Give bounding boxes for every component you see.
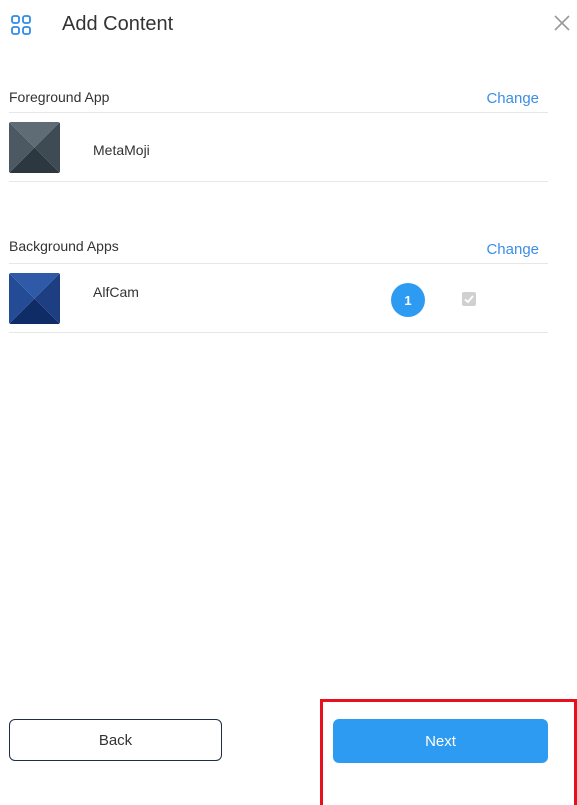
dialog-title: Add Content (62, 13, 174, 35)
divider (9, 263, 548, 264)
app-checkbox[interactable] (462, 292, 476, 306)
divider (9, 112, 548, 113)
next-button[interactable]: Next (333, 719, 548, 763)
app-thumbnail-icon (9, 122, 60, 173)
background-change-link[interactable]: Change (486, 241, 539, 258)
back-button[interactable]: Back (9, 719, 222, 761)
divider (9, 181, 548, 182)
divider (9, 332, 548, 333)
app-name: AlfCam (93, 284, 139, 300)
app-name: MetaMoji (93, 142, 150, 158)
dialog-header: Add Content (0, 0, 577, 52)
app-thumbnail-icon (9, 273, 60, 324)
order-badge: 1 (391, 283, 425, 317)
foreground-app-label: Foreground App (9, 89, 110, 105)
foreground-change-link[interactable]: Change (486, 90, 539, 107)
background-apps-label: Background Apps (9, 238, 119, 254)
grid-icon (11, 15, 31, 35)
close-icon[interactable] (551, 12, 573, 34)
